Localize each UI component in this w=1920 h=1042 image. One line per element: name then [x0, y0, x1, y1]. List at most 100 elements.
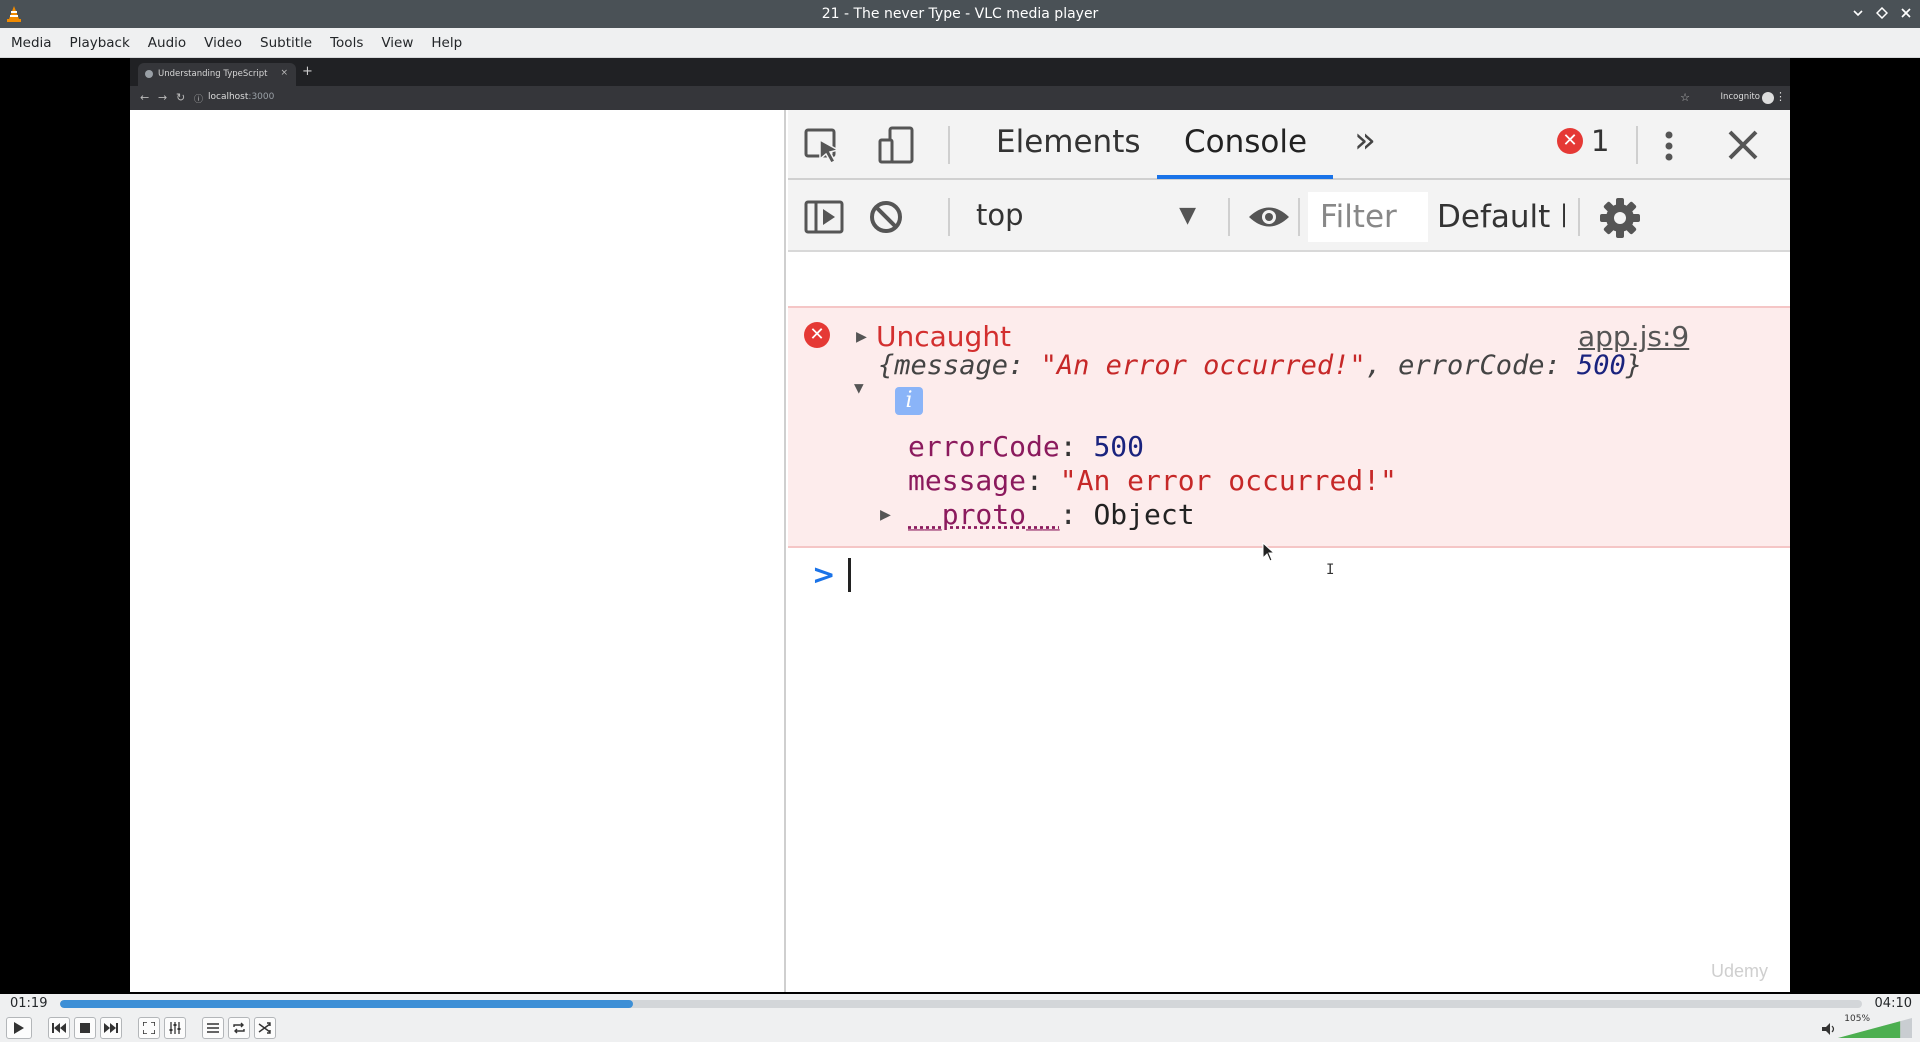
tab-close-icon: × [280, 68, 288, 78]
dropdown-arrow-icon: ▼ [1179, 203, 1196, 228]
url-port: :3000 [248, 92, 275, 102]
tab-console[interactable]: Console [1184, 124, 1307, 160]
menu-view[interactable]: View [372, 28, 422, 58]
prop-key: message [908, 464, 1027, 497]
menu-video[interactable]: Video [195, 28, 251, 58]
source-link[interactable]: app.js:9 [1578, 320, 1689, 353]
menu-media[interactable]: Media [2, 28, 61, 58]
gear-icon[interactable] [1598, 196, 1642, 240]
console-filter-input[interactable]: Filter [1308, 192, 1428, 242]
error-icon: ✕ [804, 322, 830, 348]
show-sidebar-icon[interactable] [802, 196, 846, 236]
fullscreen-button[interactable] [138, 1017, 160, 1039]
incognito-icon [1762, 92, 1774, 104]
log-levels-select[interactable]: Default levels [1437, 199, 1565, 235]
playback-controls: 105% [0, 1014, 1920, 1042]
previous-button[interactable] [48, 1017, 70, 1039]
info-circle-icon: ⓘ [194, 95, 204, 105]
close-icon [1901, 8, 1911, 18]
clear-console-icon[interactable] [866, 196, 906, 236]
close-devtools-icon[interactable] [1722, 126, 1766, 166]
menu-audio[interactable]: Audio [139, 28, 195, 58]
toolbar-separator [948, 198, 950, 236]
toolbar-separator [1298, 198, 1300, 236]
elapsed-time: 01:19 [10, 996, 48, 1011]
info-badge[interactable]: i [895, 387, 923, 415]
prop-message: message: "An error occurred!" [908, 464, 1397, 497]
error-label: Uncaught [876, 320, 1012, 353]
browser-tab: Understanding TypeScript × [138, 63, 296, 86]
video-area[interactable]: Understanding TypeScript × + ← → ↻ ⓘ loc… [0, 58, 1920, 994]
console-filter-bar: top ▼ Filter Default levels [788, 180, 1790, 252]
incognito-label: Incognito [1720, 92, 1760, 102]
window-title: 21 - The never Type - VLC media player [821, 6, 1099, 22]
close-button[interactable] [1898, 4, 1914, 22]
menu-bar: Media Playback Audio Video Subtitle Tool… [0, 28, 1920, 58]
error-count-icon[interactable]: ✕ [1557, 128, 1583, 154]
summary-code: 500 [1577, 350, 1626, 381]
total-time: 04:10 [1874, 996, 1912, 1011]
prop-proto: __proto__: Object [908, 498, 1195, 531]
next-button[interactable] [100, 1017, 122, 1039]
speaker-icon[interactable] [1822, 1023, 1836, 1035]
error-object-summary: {message: "An error occurred!", errorCod… [878, 350, 1642, 381]
play-button[interactable] [6, 1017, 32, 1039]
prop-sep: : [1059, 498, 1094, 531]
shuffle-icon [258, 1022, 271, 1034]
summary-message: "An error occurred!" [1040, 350, 1366, 381]
stop-icon [80, 1023, 90, 1033]
playlist-button[interactable] [202, 1017, 224, 1039]
equalizer-icon [169, 1022, 181, 1034]
shuffle-button[interactable] [254, 1017, 276, 1039]
web-page-viewport [130, 110, 786, 992]
stop-button[interactable] [74, 1017, 96, 1039]
tab-elements[interactable]: Elements [996, 124, 1141, 160]
text-caret [848, 558, 851, 592]
chevron-down-icon [1853, 10, 1863, 17]
live-expression-eye-icon[interactable] [1246, 196, 1292, 236]
diamond-icon [1876, 7, 1888, 19]
prop-key: __proto__ [908, 498, 1060, 531]
reload-icon: ↻ [176, 91, 186, 104]
extended-settings-button[interactable] [164, 1017, 186, 1039]
fullscreen-icon [143, 1022, 155, 1034]
skip-forward-icon [104, 1023, 118, 1033]
more-tabs-icon[interactable]: » [1354, 120, 1376, 161]
seek-bar-row: 01:19 04:10 [0, 994, 1920, 1014]
proto-expand-icon[interactable]: ▶ [880, 504, 891, 525]
summary-open: {message: [878, 350, 1041, 381]
menu-playback[interactable]: Playback [61, 28, 139, 58]
browser-tab-title: Understanding TypeScript [158, 69, 268, 79]
prompt-chevron-icon: > [812, 558, 836, 591]
menu-subtitle[interactable]: Subtitle [251, 28, 321, 58]
expand-triangle-icon[interactable]: ▶ [856, 326, 867, 347]
url-host: localhost [208, 92, 249, 102]
prop-sep: : [1026, 464, 1060, 497]
forward-arrow-icon: → [158, 91, 168, 104]
minimize-button[interactable] [1850, 4, 1866, 22]
context-select[interactable]: top ▼ [976, 198, 1196, 236]
prop-errorCode: errorCode: 500 [908, 430, 1144, 463]
prop-value: Object [1093, 498, 1195, 531]
console-prompt[interactable]: > [788, 548, 1790, 608]
device-toolbar-icon [878, 126, 914, 164]
toolbar-separator [1228, 198, 1230, 236]
collapse-triangle-icon[interactable]: ▼ [854, 378, 864, 397]
kebab-menu-icon[interactable] [1656, 126, 1682, 166]
inspect-element-icon [804, 128, 841, 164]
text-cursor-icon: I [1326, 562, 1335, 578]
loop-button[interactable] [228, 1017, 250, 1039]
title-bar: 21 - The never Type - VLC media player [0, 0, 1920, 28]
maximize-button[interactable] [1874, 4, 1890, 22]
context-value: top [976, 198, 1024, 232]
active-tab-indicator [1157, 175, 1333, 179]
browser-tab-strip: Understanding TypeScript × + [130, 58, 1790, 86]
volume-slider[interactable] [1838, 1018, 1912, 1038]
menu-help[interactable]: Help [422, 28, 471, 58]
seek-slider[interactable] [60, 1000, 1862, 1008]
prop-value: "An error occurred!" [1059, 464, 1397, 497]
prop-sep: : [1059, 430, 1094, 463]
menu-tools[interactable]: Tools [321, 28, 372, 58]
volume-level [1838, 1021, 1901, 1038]
new-tab-icon: + [302, 64, 313, 79]
